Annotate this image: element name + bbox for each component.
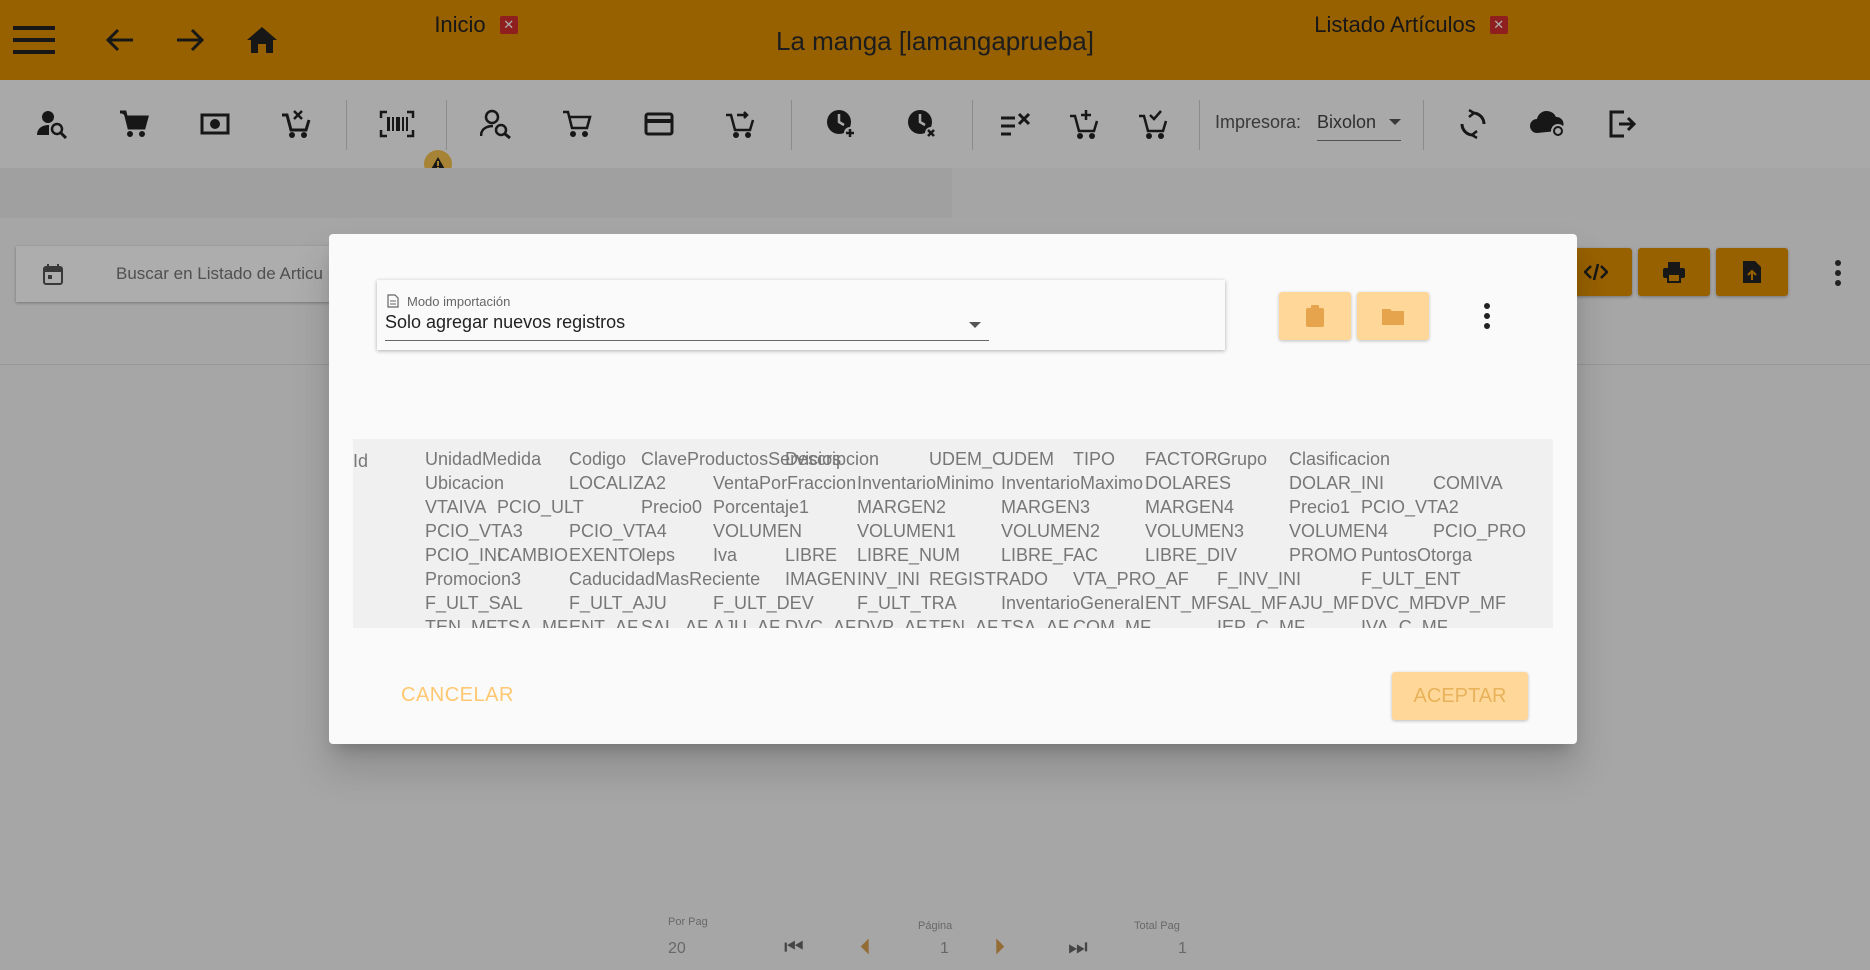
preview-cell: VOLUMEN [713, 521, 803, 541]
preview-cell: Clasificacion [1289, 449, 1391, 469]
preview-first-column: Id [353, 451, 369, 471]
import-mode-select[interactable]: Modo importación Solo agregar nuevos reg… [377, 280, 1225, 350]
preview-cell: ENT_AF [569, 617, 639, 628]
preview-cell: TIPO [1073, 449, 1116, 469]
preview-cell: SAL_AF [641, 617, 709, 628]
preview-cell: PCIO_ULT [497, 497, 584, 517]
preview-cell: MARGEN3 [1001, 497, 1091, 517]
preview-cell: ENT_MF [1145, 593, 1217, 613]
preview-cell: VTA_PRO_AF [1073, 569, 1189, 589]
preview-cell: INV_INI [857, 569, 921, 589]
preview-cell: F_ULT_DEV [713, 593, 814, 613]
preview-cell: Iva [713, 545, 738, 565]
preview-cell: COMIVA [1433, 473, 1503, 493]
preview-cell: VOLUMEN2 [1001, 521, 1101, 541]
preview-cell: Codigo [569, 449, 627, 469]
preview-cell: Promocion3 [425, 569, 522, 589]
preview-cell: Grupo [1217, 449, 1268, 469]
preview-cell: TEN_AF [929, 617, 999, 628]
import-mode-label: Modo importación [407, 294, 511, 309]
preview-cell: Ieps [641, 545, 676, 565]
preview-cell: DVC_MF [1361, 593, 1436, 613]
paste-button[interactable] [1279, 292, 1351, 340]
preview-cell: CaducidadMasReciente [569, 569, 761, 589]
cancel-button[interactable]: CANCELAR [401, 684, 514, 707]
preview-cell: InventarioMaximo [1001, 473, 1144, 493]
preview-cell: Precio1 [1289, 497, 1351, 517]
preview-cell: F_ULT_AJU [569, 593, 667, 613]
preview-cell: InventarioMinimo [857, 473, 995, 493]
preview-cell: REGISTRADO [929, 569, 1049, 589]
preview-cell: Descripcion [785, 449, 880, 469]
preview-cell: DOLAR_INI [1289, 473, 1385, 493]
preview-cell: SAL_MF [1217, 593, 1288, 613]
preview-cell: AJU_AF [713, 617, 781, 628]
open-folder-button[interactable] [1357, 292, 1429, 340]
preview-cell: F_ULT_TRA [857, 593, 957, 613]
preview-cell: VOLUMEN1 [857, 521, 957, 541]
preview-cell: InventarioGeneral [1001, 593, 1145, 613]
preview-cell: CAMBIO [497, 545, 569, 565]
preview-cell: Ubicacion [425, 473, 505, 493]
preview-cell: FACTOR [1145, 449, 1218, 469]
preview-cell: VTAIVA [425, 497, 487, 517]
preview-cell: TSA_AF [1001, 617, 1070, 628]
preview-cell: MARGEN2 [857, 497, 947, 517]
preview-cell: LIBRE [785, 545, 838, 565]
preview-cell: F_ULT_SAL [425, 593, 523, 613]
preview-cell: DOLARES [1145, 473, 1232, 493]
preview-cell: COM_MF [1073, 617, 1151, 628]
preview-cell: MARGEN4 [1145, 497, 1235, 517]
preview-cell: VOLUMEN3 [1145, 521, 1245, 541]
preview-cell: F_ULT_ENT [1361, 569, 1461, 589]
preview-cell: PCIO_INI [425, 545, 503, 565]
preview-cell: Porcentaje1 [713, 497, 810, 517]
preview-cell: IVA_C_MF [1361, 617, 1448, 628]
preview-cell: PCIO_PRO [1433, 521, 1527, 541]
import-mode-value: Solo agregar nuevos registros [385, 312, 626, 332]
preview-cell: LIBRE_DIV [1145, 545, 1238, 565]
folder-icon [1382, 309, 1404, 325]
preview-cell: UnidadMedida [425, 449, 542, 469]
preview-cell: F_INV_INI [1217, 569, 1302, 589]
clipboard-icon [1306, 305, 1324, 327]
preview-cell: DVC_AF [785, 617, 857, 628]
file-document-icon [387, 294, 399, 308]
preview-cell: LOCALIZA2 [569, 473, 667, 493]
preview-cell: DVP_AF [857, 617, 928, 628]
chevron-down-icon [969, 322, 981, 328]
preview-cell: LIBRE_NUM [857, 545, 961, 565]
preview-cell: UDEM [1001, 449, 1054, 469]
preview-cell: EXENTO [569, 545, 643, 565]
preview-cell: PuntosOtorga [1361, 545, 1473, 565]
preview-cell: TSA_MF [497, 617, 569, 628]
preview-cell: PCIO_VTA3 [425, 521, 523, 541]
preview-cell: DVP_MF [1433, 593, 1507, 613]
preview-cell: UDEM_C [929, 449, 1006, 469]
preview-cell: TEN_MF [425, 617, 497, 628]
preview-cell: VentaPorFraccion [713, 473, 857, 493]
preview-cell: PCIO_VTA2 [1361, 497, 1459, 517]
import-preview: Id UnidadMedida Codigo ClaveProductosServi… [353, 439, 1553, 628]
preview-cell: PROMO [1289, 545, 1358, 565]
preview-cell: Precio0 [641, 497, 703, 517]
preview-cell: PCIO_VTA4 [569, 521, 667, 541]
preview-cell: IMAGEN [785, 569, 857, 589]
preview-cell: AJU_MF [1289, 593, 1360, 613]
accept-button[interactable]: ACEPTAR [1392, 672, 1528, 720]
preview-cell: LIBRE_FAC [1001, 545, 1099, 565]
preview-cell: IEP_C_MF [1217, 617, 1306, 628]
import-dialog: Modo importación Solo agregar nuevos reg… [329, 234, 1577, 744]
preview-cell: VOLUMEN4 [1289, 521, 1389, 541]
more-vert-icon[interactable] [1471, 294, 1503, 338]
